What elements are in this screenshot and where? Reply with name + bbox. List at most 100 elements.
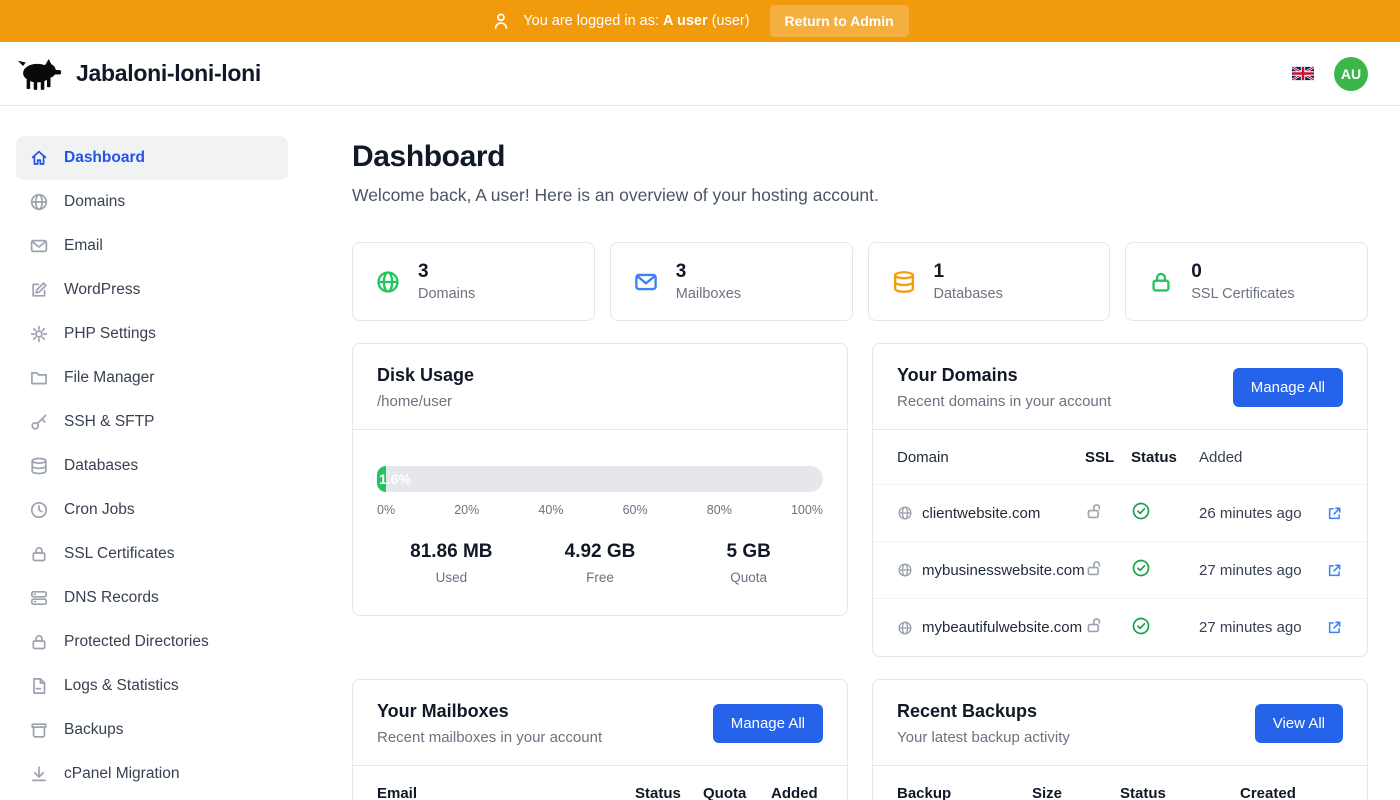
sidebar-item-php-settings[interactable]: PHP Settings: [16, 312, 288, 356]
recent-backups-card: Recent Backups Your latest backup activi…: [872, 679, 1368, 800]
external-link-icon[interactable]: [1326, 505, 1343, 522]
disk-usage-bar: 1.6%: [377, 466, 823, 492]
server-icon: [29, 588, 49, 608]
disk-stat-value: 81.86 MB: [377, 541, 526, 563]
mail-icon: [29, 236, 49, 256]
scale-tick: 20%: [454, 503, 479, 517]
sidebar-item-ssl-certificates[interactable]: SSL Certificates: [16, 532, 288, 576]
globe-icon: [897, 505, 913, 521]
sidebar-item-label: DNS Records: [64, 589, 159, 607]
brand[interactable]: Jabaloni-loni-loni: [16, 55, 261, 93]
sidebar-item-label: Cron Jobs: [64, 501, 135, 519]
sidebar-item-label: Protected Directories: [64, 633, 209, 651]
your-mailboxes-card: Your Mailboxes Recent mailboxes in your …: [352, 679, 848, 800]
globe-icon: [29, 192, 49, 212]
domain-name: mybeautifulwebsite.com: [922, 619, 1082, 636]
banner-user-role: (user): [712, 13, 750, 29]
globe-icon: [897, 562, 913, 578]
lock-icon: [29, 632, 49, 652]
clock-icon: [29, 500, 49, 520]
sidebar-item-label: Databases: [64, 457, 138, 475]
disk-stat-value: 5 GB: [674, 541, 823, 563]
stat-value: 1: [934, 261, 1003, 283]
sidebar-item-domains[interactable]: Domains: [16, 180, 288, 224]
sidebar-item-cpanel-migration[interactable]: cPanel Migration: [16, 752, 288, 796]
sidebar-item-backups[interactable]: Backups: [16, 708, 288, 752]
stat-card-domains[interactable]: 3 Domains: [352, 242, 595, 321]
edit-icon: [29, 280, 49, 300]
avatar[interactable]: AU: [1334, 57, 1368, 91]
stat-card-mailboxes[interactable]: 3 Mailboxes: [610, 242, 853, 321]
domain-added: 26 minutes ago: [1199, 505, 1321, 522]
sidebar-item-label: Backups: [64, 721, 123, 739]
external-link-icon[interactable]: [1326, 619, 1343, 636]
disk-stat-label: Quota: [674, 570, 823, 585]
card-title: Disk Usage: [377, 365, 474, 386]
sidebar-item-label: SSL Certificates: [64, 545, 175, 563]
database-icon: [891, 269, 917, 295]
stats-row: 3 Domains 3 Mailboxes 1 Databases: [352, 242, 1368, 321]
scale-tick: 100%: [791, 503, 823, 517]
column-header: Domain: [897, 449, 1085, 466]
view-all-backups-button[interactable]: View All: [1255, 704, 1343, 743]
sidebar-item-label: File Manager: [64, 369, 154, 387]
stat-card-databases[interactable]: 1 Databases: [868, 242, 1111, 321]
sidebar-item-logs-statistics[interactable]: Logs & Statistics: [16, 664, 288, 708]
manage-all-domains-button[interactable]: Manage All: [1233, 368, 1343, 407]
check-circle-icon: [1131, 558, 1151, 578]
unlock-icon: [1085, 502, 1104, 521]
backups-table-header: Backup Size Status Created: [873, 766, 1367, 800]
sidebar-item-dashboard[interactable]: Dashboard: [16, 136, 288, 180]
column-header: Added: [1199, 449, 1321, 466]
column-header: Size: [1032, 785, 1120, 800]
uk-flag-icon[interactable]: [1292, 66, 1314, 81]
column-header: Status: [1131, 449, 1199, 466]
stat-value: 0: [1191, 261, 1294, 283]
sidebar-item-label: Domains: [64, 193, 125, 211]
your-domains-card: Your Domains Recent domains in your acco…: [872, 343, 1368, 657]
disk-stat-used: 81.86 MB Used: [377, 541, 526, 585]
sidebar-item-wordpress[interactable]: WordPress: [16, 268, 288, 312]
stat-label: Mailboxes: [676, 286, 741, 302]
domains-table-header: Domain SSL Status Added: [873, 430, 1367, 485]
manage-all-mailboxes-button[interactable]: Manage All: [713, 704, 823, 743]
return-to-admin-button[interactable]: Return to Admin: [770, 5, 909, 37]
sidebar-item-label: SSH & SFTP: [64, 413, 154, 431]
sidebar-item-label: PHP Settings: [64, 325, 156, 343]
sidebar-item-dns-records[interactable]: DNS Records: [16, 576, 288, 620]
column-header: Email: [377, 785, 635, 800]
impersonation-banner: You are logged in as: A user (user) Retu…: [0, 0, 1400, 42]
unlock-icon: [1085, 616, 1104, 635]
disk-usage-card: Disk Usage /home/user 1.6% 0% 20% 40% 60…: [352, 343, 848, 616]
sidebar-item-label: Dashboard: [64, 149, 145, 167]
disk-usage-path: /home/user: [377, 393, 474, 410]
stat-card-ssl-certificates[interactable]: 0 SSL Certificates: [1125, 242, 1368, 321]
boar-logo-icon: [16, 55, 62, 93]
stat-value: 3: [418, 261, 475, 283]
sidebar-item-ssh-sftp[interactable]: SSH & SFTP: [16, 400, 288, 444]
domain-name: mybusinesswebsite.com: [922, 562, 1085, 579]
scale-tick: 0%: [377, 503, 395, 517]
globe-icon: [375, 269, 401, 295]
card-title: Recent Backups: [897, 701, 1070, 722]
sidebar-item-databases[interactable]: Databases: [16, 444, 288, 488]
folder-icon: [29, 368, 49, 388]
domain-row: mybusinesswebsite.com 27 minutes ago: [873, 542, 1367, 599]
column-header: Added: [771, 785, 823, 800]
gear-icon: [29, 324, 49, 344]
card-subtitle: Your latest backup activity: [897, 729, 1070, 746]
sidebar: Dashboard Domains Email WordPress PHP Se…: [0, 106, 304, 800]
sidebar-item-email[interactable]: Email: [16, 224, 288, 268]
sidebar-item-protected-directories[interactable]: Protected Directories: [16, 620, 288, 664]
column-header: Status: [635, 785, 703, 800]
sidebar-item-file-manager[interactable]: File Manager: [16, 356, 288, 400]
sidebar-item-cron-jobs[interactable]: Cron Jobs: [16, 488, 288, 532]
card-subtitle: Recent domains in your account: [897, 393, 1111, 410]
domain-added: 27 minutes ago: [1199, 619, 1321, 636]
external-link-icon[interactable]: [1326, 562, 1343, 579]
home-icon: [29, 148, 49, 168]
archive-icon: [29, 720, 49, 740]
sidebar-item-label: Email: [64, 237, 103, 255]
domain-name: clientwebsite.com: [922, 505, 1040, 522]
card-title: Your Mailboxes: [377, 701, 602, 722]
